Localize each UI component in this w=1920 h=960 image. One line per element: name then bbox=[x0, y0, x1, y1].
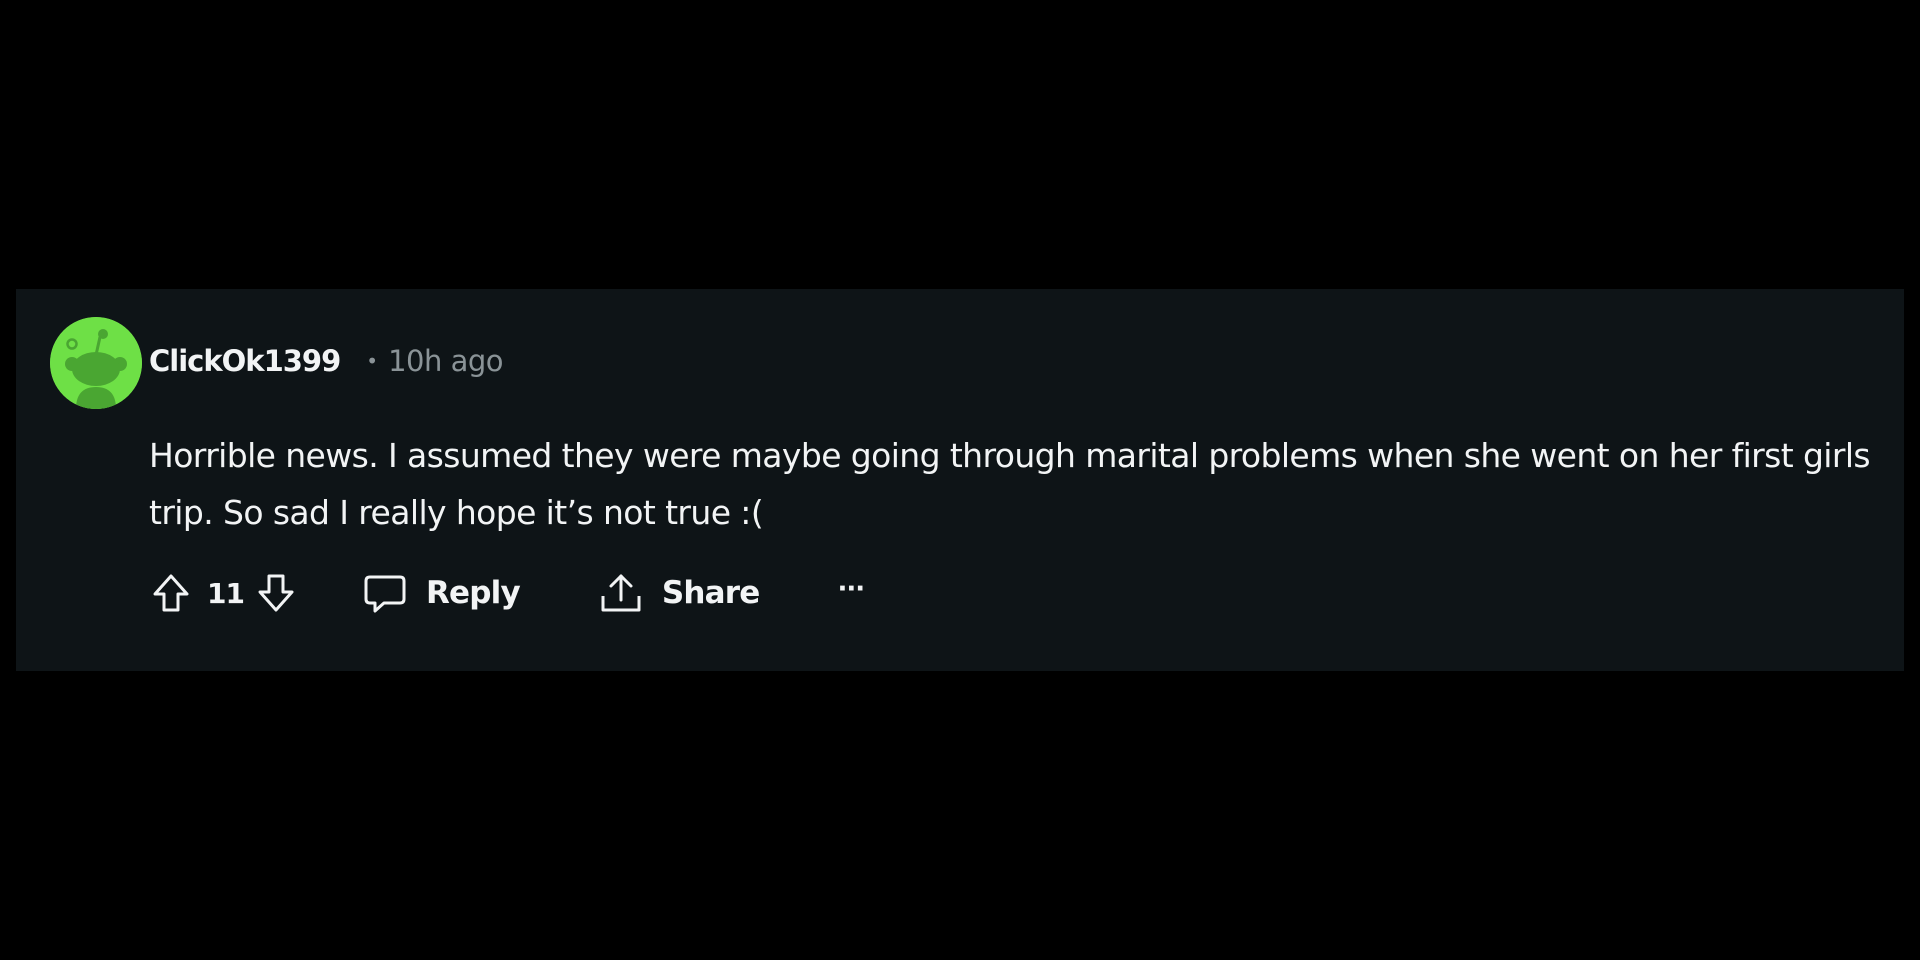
share-button[interactable]: Share bbox=[598, 570, 760, 616]
arrow-down-icon bbox=[258, 574, 294, 612]
meta-separator: • bbox=[366, 349, 379, 373]
arrow-up-icon bbox=[153, 574, 189, 612]
comment-timestamp[interactable]: 10h ago bbox=[388, 344, 503, 378]
share-label: Share bbox=[661, 575, 760, 611]
more-options-button[interactable]: ··· bbox=[838, 574, 866, 604]
comment-card: ClickOk1399 • 10h ago Horrible news. I a… bbox=[16, 289, 1904, 671]
downvote-button[interactable] bbox=[254, 571, 298, 615]
speech-bubble-icon bbox=[364, 575, 406, 613]
reply-label: Reply bbox=[425, 575, 521, 611]
comment-actions: 11 Reply Share ··· bbox=[149, 570, 866, 616]
comment-meta: ClickOk1399 • 10h ago bbox=[149, 341, 504, 381]
comment-body: Horrible news. I assumed they were maybe… bbox=[149, 436, 1871, 532]
reply-button[interactable]: Reply bbox=[362, 571, 521, 615]
username-link[interactable]: ClickOk1399 bbox=[149, 344, 341, 378]
share-upload-icon bbox=[601, 574, 641, 612]
vote-count: 11 bbox=[207, 576, 245, 610]
upvote-button[interactable] bbox=[149, 571, 193, 615]
avatar[interactable] bbox=[50, 317, 142, 409]
reddit-snoo-icon bbox=[50, 317, 142, 409]
